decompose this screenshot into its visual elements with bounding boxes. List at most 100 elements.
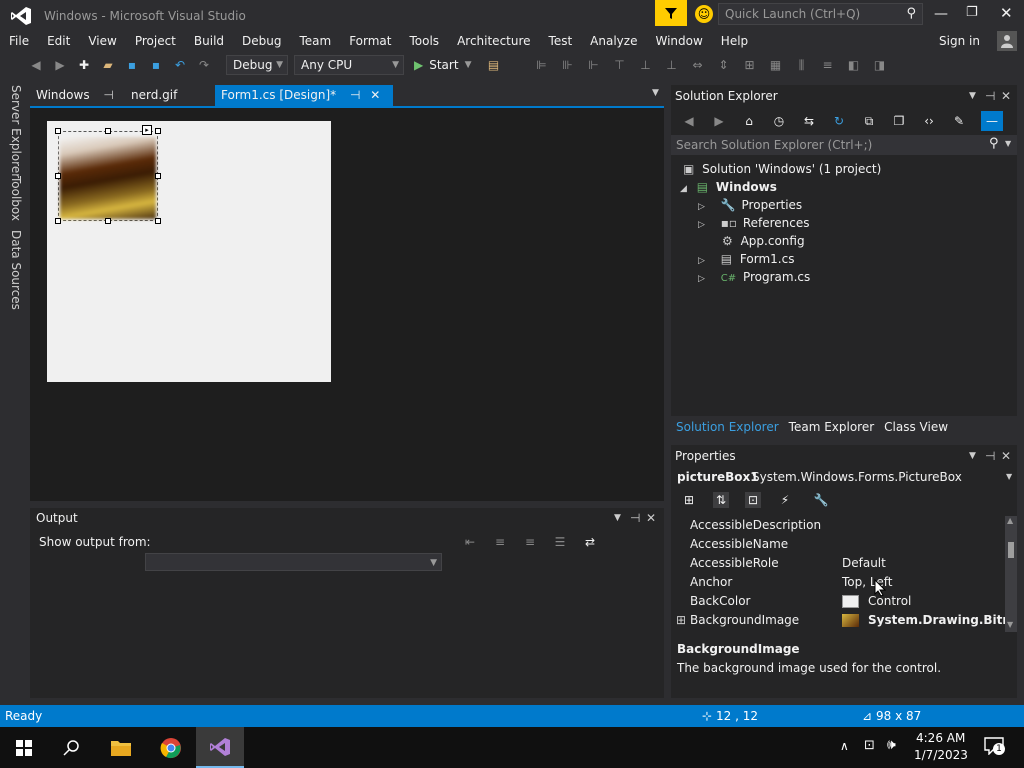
attach-icon[interactable]: ▤ — [485, 57, 501, 73]
file-explorer-button[interactable] — [97, 727, 145, 768]
resize-handle[interactable] — [55, 218, 61, 224]
forward-nav-icon[interactable]: ▶ — [52, 57, 68, 73]
close-icon[interactable]: ✕ — [370, 88, 380, 102]
sign-in-link[interactable]: Sign in — [939, 34, 980, 48]
hspacing-icon[interactable]: ⫼ — [793, 57, 809, 73]
pin-icon[interactable]: ⊣ — [350, 88, 360, 102]
chevron-down-icon[interactable]: ▼ — [614, 508, 621, 528]
collapsed-triangle-icon[interactable]: ▷ — [698, 202, 705, 212]
start-menu-button[interactable] — [0, 727, 48, 768]
align-middles-icon[interactable]: ⊥ — [637, 57, 653, 73]
property-pages-icon[interactable]: 🔧 — [813, 492, 829, 508]
visual-studio-button[interactable] — [196, 727, 244, 768]
preview-icon[interactable]: — — [981, 111, 1003, 131]
menu-edit[interactable]: Edit — [38, 30, 79, 52]
property-value[interactable]: System.Drawing.Bitmap — [868, 611, 1005, 630]
property-value[interactable]: Default — [842, 554, 886, 573]
find-message-icon[interactable]: ⇤ — [462, 534, 478, 550]
clock-time[interactable]: 4:26 AM — [916, 731, 965, 745]
tab-nerd-gif[interactable]: nerd.gif — [125, 85, 183, 106]
tree-program[interactable]: ▷ C# Program.cs — [698, 270, 810, 284]
solution-search-box[interactable]: Search Solution Explorer (Ctrl+;) ⚲ ▼ — [671, 135, 1017, 155]
resize-handle[interactable] — [55, 173, 61, 179]
menu-help[interactable]: Help — [712, 30, 757, 52]
property-row[interactable]: BackColor Control — [690, 592, 1000, 611]
collapsed-triangle-icon[interactable]: ▷ — [698, 274, 705, 284]
menu-build[interactable]: Build — [185, 30, 233, 52]
tree-project-windows[interactable]: ◢ ▤ Windows — [680, 180, 777, 194]
menu-team[interactable]: Team — [290, 30, 340, 52]
pending-changes-icon[interactable]: ◷ — [771, 113, 787, 129]
expand-plus-icon[interactable]: ⊞ — [676, 611, 686, 630]
property-row[interactable]: ⊞ BackgroundImage System.Drawing.Bitmap — [676, 611, 1005, 630]
tree-app-config[interactable]: ⚙ App.config — [722, 234, 805, 248]
menu-view[interactable]: View — [79, 30, 125, 52]
pin-icon[interactable]: ⊣ — [630, 508, 640, 528]
tab-overflow-chevron-icon[interactable]: ▼ — [652, 88, 659, 98]
home-icon[interactable]: ⌂ — [741, 113, 757, 129]
tab-windows[interactable]: Windows ⊣ — [30, 85, 120, 106]
resize-handle[interactable] — [155, 173, 161, 179]
property-row[interactable]: AccessibleName — [690, 535, 1000, 554]
data-sources-tab[interactable]: Data Sources — [9, 230, 23, 310]
tree-solution[interactable]: ▣ Solution 'Windows' (1 project) — [683, 162, 881, 176]
minimize-button[interactable]: — — [934, 6, 948, 22]
clock-date[interactable]: 1/7/2023 — [914, 748, 968, 762]
grid-icon[interactable]: ▦ — [767, 57, 783, 73]
close-icon[interactable]: ✕ — [646, 508, 656, 528]
wrench-icon[interactable]: ✎ — [951, 113, 967, 129]
resize-handle[interactable] — [105, 218, 111, 224]
undo-icon[interactable]: ↶ — [172, 57, 188, 73]
redo-icon[interactable]: ↷ — [196, 57, 212, 73]
object-selector-dropdown[interactable]: pictureBox1 System.Windows.Forms.Picture… — [671, 467, 1017, 487]
network-icon[interactable]: ⊡ — [864, 738, 875, 753]
menu-file[interactable]: File — [0, 30, 38, 52]
smiley-feedback-icon[interactable]: ☺ — [695, 5, 713, 23]
search-icon[interactable]: ⚲ — [989, 136, 999, 151]
view-code-icon[interactable]: ‹› — [921, 113, 937, 129]
align-centers-icon[interactable]: ⊪ — [559, 57, 575, 73]
menu-test[interactable]: Test — [540, 30, 582, 52]
resize-handle[interactable] — [155, 128, 161, 134]
align-tops-icon[interactable]: ⊤ — [611, 57, 627, 73]
next-message-icon[interactable]: ≡ — [522, 534, 538, 550]
tab-solution-explorer[interactable]: Solution Explorer — [671, 420, 784, 434]
align-bottoms-icon[interactable]: ⊥ — [663, 57, 679, 73]
menu-format[interactable]: Format — [340, 30, 400, 52]
save-icon[interactable]: ▪ — [124, 57, 140, 73]
forward-icon[interactable]: ▶ — [711, 113, 727, 129]
property-grid-scrollbar[interactable]: ▲ ▼ — [1005, 516, 1017, 632]
smart-tag-arrow-icon[interactable]: ▸ — [142, 125, 152, 135]
same-width-icon[interactable]: ⇔ — [689, 57, 705, 73]
quick-launch-box[interactable]: Quick Launch (Ctrl+Q) ⚲ — [718, 3, 923, 25]
scroll-down-icon[interactable]: ▼ — [1007, 620, 1013, 629]
categorized-icon[interactable]: ⊞ — [681, 492, 697, 508]
property-row[interactable]: AccessibleDescription — [690, 516, 1000, 535]
search-icon[interactable]: ⚲ — [906, 6, 916, 21]
vspacing-icon[interactable]: ≡ — [819, 57, 835, 73]
property-row[interactable]: Anchor Top, Left — [690, 573, 1000, 592]
toolbox-tab[interactable]: Toolbox — [9, 176, 23, 221]
tree-properties[interactable]: ▷ 🔧 Properties — [698, 198, 802, 212]
collapse-all-icon[interactable]: ⧉ — [861, 113, 877, 129]
menu-analyze[interactable]: Analyze — [581, 30, 646, 52]
tree-form1[interactable]: ▷ ▤ Form1.cs — [698, 252, 794, 266]
output-source-dropdown[interactable]: ▼ — [145, 553, 442, 571]
volume-icon[interactable]: 🕪 — [887, 737, 896, 753]
tree-references[interactable]: ▷ ▪▫ References — [698, 216, 810, 230]
quick-launch-input[interactable]: Quick Launch (Ctrl+Q) — [725, 7, 860, 21]
restore-button[interactable]: ❐ — [966, 5, 978, 20]
feedback-filter-icon[interactable] — [655, 0, 687, 26]
align-rights-icon[interactable]: ⊩ — [585, 57, 601, 73]
sync-icon[interactable]: ⇆ — [801, 113, 817, 129]
search-button[interactable] — [48, 727, 96, 768]
account-avatar-icon[interactable] — [997, 31, 1017, 51]
show-hidden-icons-chevron-icon[interactable]: ∧ — [840, 739, 849, 753]
menu-tools[interactable]: Tools — [401, 30, 449, 52]
tab-form1-design[interactable]: Form1.cs [Design]* ⊣ ✕ — [215, 85, 393, 106]
resize-handle[interactable] — [155, 218, 161, 224]
events-icon[interactable]: ⚡ — [777, 492, 793, 508]
chevron-down-icon[interactable]: ▼ — [969, 85, 976, 107]
picturebox1-control[interactable]: ▸ — [55, 125, 161, 224]
clear-all-icon[interactable]: ☰ — [552, 534, 568, 550]
